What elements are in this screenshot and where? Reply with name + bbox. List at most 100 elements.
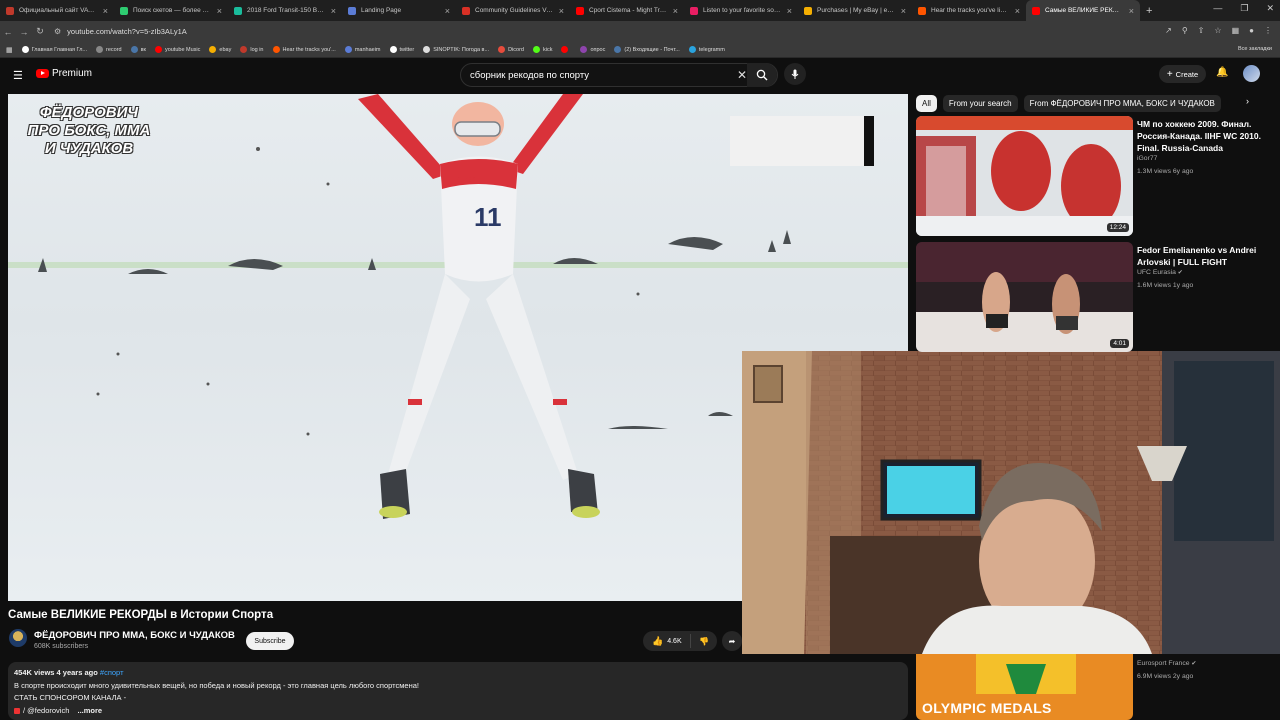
apps-grid-icon[interactable]: ▦ [6, 46, 13, 54]
bookmark-star-icon[interactable]: ☆ [1214, 26, 1221, 35]
recommendation-item[interactable]: 12:24 ЧМ по хоккею 2009. Финал. Россия-К… [916, 116, 1268, 236]
browser-tab[interactable]: Hear the tracks you've liked: × [912, 0, 1026, 21]
share-page-icon[interactable]: ⇧ [1198, 26, 1205, 35]
youtube-logo[interactable]: Premium [36, 68, 92, 79]
channel-handle-link[interactable]: / @fedorovich [23, 706, 69, 715]
tab-close-icon[interactable]: × [217, 6, 222, 16]
subscribe-button[interactable]: Subscribe [246, 632, 294, 650]
zoom-icon[interactable]: ⚲ [1182, 26, 1188, 35]
all-bookmarks[interactable]: Все закладки [1238, 46, 1272, 52]
recommendation-channel[interactable]: iGor77 [1137, 155, 1157, 162]
bookmark-item[interactable]: опрос [580, 46, 605, 53]
search-button[interactable] [747, 63, 777, 87]
bookmark-item[interactable]: Hear the tracks you'... [272, 46, 336, 53]
chip-from-channel[interactable]: From ФЁДОРОВИЧ ПРО ММА, БОКС И ЧУДАКОВ [1023, 94, 1221, 112]
channel-name[interactable]: ФЁДОРОВИЧ ПРО ММА, БОКС И ЧУДАКОВ [34, 630, 235, 641]
browser-tab[interactable]: Community Guidelines Violati × [456, 0, 570, 21]
bookmark-label: kick [542, 46, 553, 53]
new-tab-icon[interactable]: + [1146, 5, 1152, 17]
browser-tab[interactable]: Listen to your favorite songs × [684, 0, 798, 21]
blurred-overlay [730, 116, 874, 166]
bookmark-item[interactable]: record [96, 46, 122, 53]
clear-search-icon[interactable]: ✕ [737, 68, 747, 82]
maximize-icon[interactable]: ❐ [1240, 3, 1248, 14]
minimize-icon[interactable]: — [1213, 3, 1222, 14]
profile-icon[interactable]: ● [1249, 26, 1254, 35]
bookmark-item[interactable]: twitter [389, 46, 414, 53]
notifications-bell-icon[interactable]: 🔔 [1216, 67, 1228, 78]
bookmark-item[interactable]: kick [532, 46, 553, 53]
tab-close-icon[interactable]: × [673, 6, 678, 16]
bookmark-item[interactable]: SINOPTIK: Погода в... [423, 46, 489, 53]
forward-icon[interactable]: → [16, 27, 32, 37]
chevron-right-icon[interactable]: › [1246, 96, 1249, 106]
recommendation-title[interactable]: Fedor Emelianenko vs Andrei Arlovski | F… [1137, 244, 1262, 268]
account-avatar[interactable] [1243, 65, 1260, 82]
bookmark-item[interactable]: Dicord [498, 46, 524, 53]
bookmark-item[interactable]: вк [130, 46, 146, 53]
bookmark-item[interactable]: log in [240, 46, 264, 53]
video-duration: 12:24 [1106, 223, 1129, 232]
bookmark-item[interactable]: ebay [209, 46, 231, 53]
tab-close-icon[interactable]: × [901, 6, 906, 16]
share-button[interactable]: ➦ [722, 631, 742, 651]
tab-close-icon[interactable]: × [559, 6, 564, 16]
bookmark-favicon-icon [96, 46, 104, 53]
browser-tab[interactable]: Поиск скетов — более 5000 × [114, 0, 228, 21]
tab-favicon-icon [120, 6, 128, 15]
tab-close-icon[interactable]: × [787, 6, 792, 16]
tab-close-icon[interactable]: × [1015, 6, 1020, 16]
create-button[interactable]: + Create [1159, 65, 1206, 83]
browser-tab[interactable]: Сport Cistema - Might Try - Y × [570, 0, 684, 21]
tab-close-icon[interactable]: × [331, 6, 336, 16]
recommendation-channel[interactable]: UFC Eurasia ✔ [1137, 269, 1183, 276]
video-thumbnail[interactable]: 12:24 [916, 116, 1133, 236]
extensions-icon[interactable]: ▦ [1232, 26, 1240, 35]
like-button[interactable]: 👍 4.6K [643, 634, 691, 648]
show-more-link[interactable]: ...more [77, 706, 102, 715]
search-input[interactable] [470, 69, 720, 81]
browser-tab[interactable]: 2018 Ford Transit-150 Base w × [228, 0, 342, 21]
tab-close-icon[interactable]: × [1129, 6, 1134, 16]
menu-hamburger-icon[interactable]: ☰ [13, 69, 23, 82]
menu-icon[interactable]: ⋮ [1264, 26, 1272, 35]
hashtag-link[interactable]: #спорт [100, 668, 124, 677]
tab-close-icon[interactable]: × [103, 6, 108, 16]
url-text[interactable]: youtube.com/watch?v=5-zIb3ALy1A [67, 27, 187, 36]
chip-from-your-search[interactable]: From your search [942, 94, 1018, 112]
bookmark-item[interactable]: youtube Music [154, 46, 200, 53]
video-thumbnail[interactable]: 4:01 [916, 242, 1133, 352]
browser-tab[interactable]: Самые ВЕЛИКИЕ РЕКОРДЫ × [1026, 0, 1140, 21]
tab-close-icon[interactable]: × [445, 6, 450, 16]
thumbs-down-icon: 👎 [699, 636, 709, 646]
tab-title: Сport Cistema - Might Try - Y [589, 7, 668, 14]
description-box[interactable]: 454K views 4 years ago #спорт В спорте п… [8, 662, 908, 720]
dislike-button[interactable]: 👎 [691, 637, 709, 646]
bookmark-item[interactable] [561, 46, 571, 53]
channel-avatar[interactable] [9, 629, 27, 647]
bookmark-item[interactable]: (2) Входящие - Почт... [614, 46, 680, 53]
chip-all[interactable]: All [916, 94, 937, 112]
bookmark-item[interactable]: Главная Главная Гл... [21, 46, 87, 53]
bookmark-item[interactable]: telegramm [688, 46, 725, 53]
site-info-icon[interactable]: ⚙ [54, 27, 61, 36]
bookmark-favicon-icon [389, 46, 397, 53]
browser-tab[interactable]: Landing Page × [342, 0, 456, 21]
recommendation-item[interactable]: 4:01 Fedor Emelianenko vs Andrei Arlovsk… [916, 242, 1268, 362]
recommendation-title[interactable]: ЧМ по хоккею 2009. Финал. Россия-Канада.… [1137, 118, 1262, 154]
open-in-app-icon[interactable]: ↗ [1165, 26, 1172, 35]
window-controls: — ❐ ✕ [1213, 3, 1274, 14]
subscriber-count: 608K subscribers [34, 643, 89, 650]
webcam-overlay [742, 351, 1280, 654]
tab-favicon-icon [804, 6, 812, 15]
browser-tab[interactable]: Purchases | My eBay | eBay × [798, 0, 912, 21]
voice-search-button[interactable] [784, 63, 806, 85]
tab-favicon-icon [1032, 6, 1040, 15]
bookmark-item[interactable]: manhaeim [344, 46, 381, 53]
close-window-icon[interactable]: ✕ [1266, 3, 1274, 14]
tab-title: Hear the tracks you've liked: [931, 7, 1010, 14]
back-icon[interactable]: ← [0, 27, 16, 37]
reload-icon[interactable]: ↻ [32, 26, 48, 37]
browser-tab[interactable]: Официальный сайт VAVADA × [0, 0, 114, 21]
recommendation-channel[interactable]: Eurosport France ✔ [1137, 660, 1196, 667]
